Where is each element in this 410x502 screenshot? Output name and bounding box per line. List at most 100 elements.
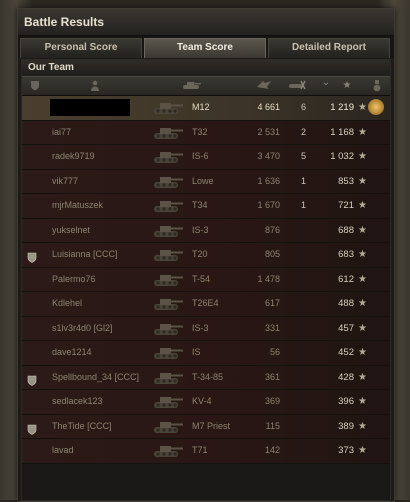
player-row[interactable]: Palermo76 T-54 1 478 612 ★ <box>22 267 390 292</box>
tank-icon <box>152 369 184 386</box>
xp-star-icon: ★ <box>358 322 367 334</box>
damage-value: 1 636 <box>257 175 280 186</box>
damage-value: 1 670 <box>257 200 280 210</box>
kills-value: 2 <box>300 126 306 137</box>
player-row[interactable]: Spellbound_34 [CCC] T-34-85 361 428 ★ <box>22 365 390 390</box>
damage-value: 115 <box>265 420 280 431</box>
experience-value: 452 <box>338 347 354 358</box>
experience-star-icon[interactable]: ★ <box>340 80 354 92</box>
experience-value: 612 <box>338 273 354 285</box>
xp-star-icon: ★ <box>358 347 367 358</box>
tank-icon <box>152 148 184 165</box>
xp-star-icon: ★ <box>358 420 367 432</box>
experience-value: 1 168 <box>330 126 354 138</box>
player-column-icon[interactable] <box>88 80 102 92</box>
battle-results-window: Battle Results Personal Score Team Score… <box>17 8 395 502</box>
player-row[interactable]: mjrMatuszek T34 1 670 1 721 ★ <box>22 194 390 219</box>
player-name: Luisianna [CCC] <box>52 249 118 259</box>
kills-column-icon[interactable] <box>287 80 307 92</box>
tab-detailed-report[interactable]: Detailed Report <box>268 38 390 58</box>
player-row[interactable]: radek9719 IS-6 3 470 5 1 032 ★ <box>22 145 390 170</box>
player-name <box>50 99 130 116</box>
tank-icon <box>152 246 184 263</box>
player-name: TheTide [CCC] <box>52 420 112 431</box>
player-row[interactable]: lavad T71 142 373 ★ <box>22 439 390 464</box>
player-row[interactable]: yukselnet IS-3 876 688 ★ <box>22 218 390 243</box>
experience-value: 488 <box>338 298 354 309</box>
xp-star-icon: ★ <box>358 445 367 456</box>
player-row[interactable]: sedlacek123 KV-4 369 396 ★ <box>22 390 390 415</box>
xp-star-icon: ★ <box>358 200 367 211</box>
experience-value: 1 032 <box>330 151 354 162</box>
xp-star-icon: ★ <box>358 396 367 407</box>
xp-star-icon: ★ <box>358 126 367 138</box>
player-name: yukselnet <box>52 224 91 235</box>
player-row[interactable]: TheTide [CCC] M7 Priest 115 389 ★ <box>22 414 390 439</box>
player-name: mjrMatuszek <box>52 200 104 210</box>
vehicle-column-icon[interactable] <box>180 80 202 92</box>
sort-chevron-down-icon[interactable]: ⌄ <box>320 77 332 89</box>
clan-emblem-icon <box>27 249 37 263</box>
experience-value: 853 <box>338 175 354 187</box>
xp-star-icon: ★ <box>358 224 367 236</box>
tank-icon <box>152 418 184 435</box>
experience-value: 683 <box>338 249 354 260</box>
player-name: Kdlehel <box>52 298 83 308</box>
xp-star-icon: ★ <box>358 371 367 383</box>
xp-star-icon: ★ <box>358 151 367 162</box>
tank-icon <box>152 442 184 459</box>
player-name: vik777 <box>52 175 79 186</box>
player-name: Palermo76 <box>52 273 96 284</box>
medal-icon[interactable] <box>368 99 384 115</box>
player-name: sedlacek123 <box>52 396 103 406</box>
tank-icon <box>152 344 184 361</box>
player-name: iai77 <box>52 126 72 137</box>
column-header-row: ⌄ ★ <box>22 76 390 96</box>
tank-icon <box>152 295 184 312</box>
player-row[interactable]: Luisianna [CCC] T20 805 683 ★ <box>22 243 390 268</box>
experience-value: 396 <box>338 396 354 407</box>
kills-value: 5 <box>300 151 306 161</box>
tank-icon <box>152 173 184 190</box>
experience-value: 373 <box>338 445 354 456</box>
player-name: lavad <box>52 445 74 455</box>
tab-team-score[interactable]: Team Score <box>144 38 266 58</box>
tank-icon <box>152 393 184 410</box>
tank-icon <box>152 197 184 214</box>
damage-value: 1 478 <box>257 273 280 284</box>
tank-icon <box>152 320 184 337</box>
tank-icon <box>152 222 184 239</box>
window-title: Battle Results <box>18 9 394 36</box>
player-row[interactable]: iai77 T32 2 531 2 1 168 ★ <box>22 120 390 145</box>
xp-star-icon: ★ <box>358 298 367 309</box>
tab-bar: Personal Score Team Score Detailed Repor… <box>18 36 394 58</box>
kills-value: 1 <box>300 200 306 210</box>
player-row[interactable]: s1lv3r4d0 [Gl2] IS-3 331 457 ★ <box>22 316 390 341</box>
tank-icon <box>152 124 184 141</box>
tab-personal-score[interactable]: Personal Score <box>20 38 142 58</box>
team-panel: Our Team ⌄ ★ M124 66161 219★iai77T <box>21 59 391 501</box>
damage-column-icon[interactable] <box>256 80 272 92</box>
damage-value: 361 <box>264 371 280 382</box>
medal-column-icon[interactable] <box>370 80 384 92</box>
damage-value: 876 <box>264 224 280 235</box>
experience-value: 428 <box>338 371 354 383</box>
player-row[interactable]: M12 4 661 6 1 219 ★ <box>22 96 390 121</box>
experience-value: 457 <box>338 322 354 334</box>
clan-emblem-icon <box>27 372 37 386</box>
tank-icon <box>152 99 184 116</box>
damage-value: 3 470 <box>257 151 280 161</box>
player-row[interactable]: vik777 Lowe 1 636 1 853 ★ <box>22 169 390 194</box>
team-title: Our Team <box>22 60 390 76</box>
experience-value: 389 <box>338 420 354 432</box>
player-name: s1lv3r4d0 [Gl2] <box>52 322 113 333</box>
kills-value: 6 <box>300 102 306 112</box>
player-row[interactable]: Kdlehel T26E4 617 488 ★ <box>22 292 390 317</box>
clan-column-icon[interactable] <box>28 80 42 92</box>
team-rows: M12 4 661 6 1 219 ★ iai77 T32 2 531 2 1 168 ★ radek… <box>22 96 390 464</box>
player-row[interactable]: dave1214 IS 56 452 ★ <box>22 341 390 366</box>
experience-value: 688 <box>338 224 354 236</box>
xp-star-icon: ★ <box>358 273 367 285</box>
damage-value: 805 <box>264 249 280 259</box>
kills-value: 1 <box>300 175 306 186</box>
